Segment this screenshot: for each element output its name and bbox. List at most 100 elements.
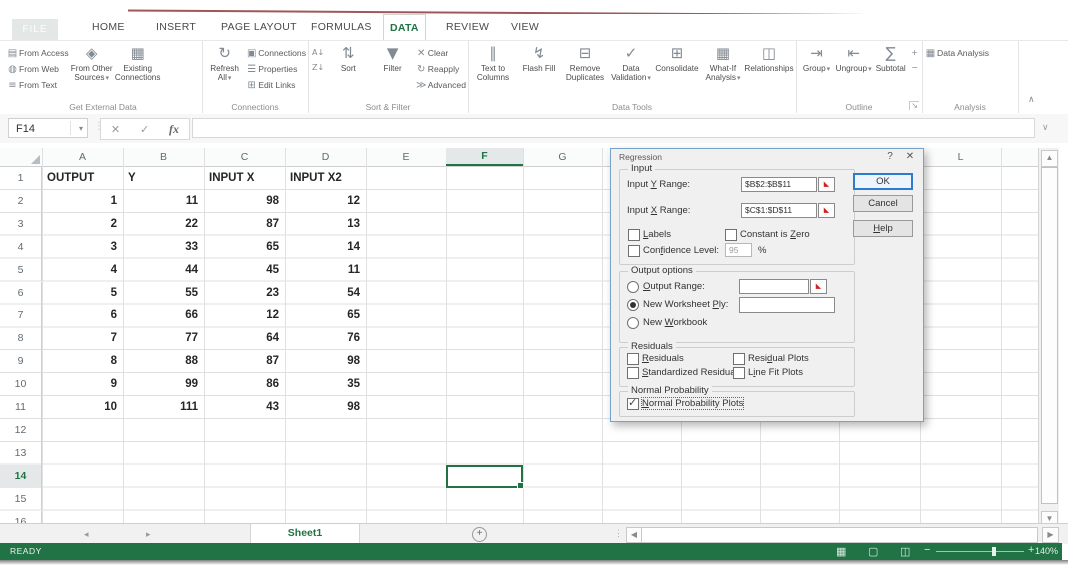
cell-A5[interactable]: 4: [47, 259, 117, 282]
button-sort[interactable]: ⇅ Sort: [326, 43, 370, 74]
button-subtotal[interactable]: ∑ Subtotal: [872, 43, 909, 74]
button-data-analysis[interactable]: ▦ Data Analysis: [924, 45, 989, 61]
cell-A10[interactable]: 9: [47, 373, 117, 396]
button-ungroup[interactable]: ⇤ Ungroup▾: [835, 43, 872, 74]
ok-button[interactable]: OK: [853, 173, 913, 190]
line-fit-plots-checkbox[interactable]: [733, 367, 745, 379]
button-existing-connections[interactable]: ▦ Existing Connections: [115, 43, 161, 83]
cell-A3[interactable]: 2: [47, 213, 117, 236]
select-all-corner[interactable]: [0, 148, 43, 166]
cell-B5[interactable]: 44: [128, 259, 198, 282]
formula-input[interactable]: [192, 118, 1035, 138]
new-workbook-radio[interactable]: [627, 317, 639, 329]
cell-D9[interactable]: 98: [290, 350, 360, 373]
cell-D10[interactable]: 35: [290, 373, 360, 396]
name-box-dropdown-icon[interactable]: ▾: [79, 119, 83, 139]
cell-C7[interactable]: 12: [209, 304, 279, 327]
row-header-13[interactable]: 13: [0, 441, 42, 465]
enter-icon[interactable]: ✓: [140, 123, 149, 136]
row-header-3[interactable]: 3: [0, 212, 42, 236]
scroll-left-icon[interactable]: ◀: [626, 527, 642, 543]
button-data-validation[interactable]: ✓ Data Validation▾: [608, 43, 654, 83]
button-show-detail-icon[interactable]: +: [909, 45, 920, 60]
button-advanced[interactable]: ≫ Advanced: [415, 77, 466, 93]
tab-split-handle[interactable]: ⋮: [614, 528, 623, 539]
column-header-g[interactable]: G: [523, 148, 602, 166]
cell-B9[interactable]: 88: [128, 350, 198, 373]
cell-B7[interactable]: 66: [128, 304, 198, 327]
cell-B10[interactable]: 99: [128, 373, 198, 396]
tab-view[interactable]: VIEW: [505, 14, 545, 40]
new-worksheet-ply-field[interactable]: [739, 297, 835, 313]
column-header-c[interactable]: C: [204, 148, 285, 166]
horizontal-scroll-thumb[interactable]: [641, 527, 1038, 543]
dialog-help-icon[interactable]: ?: [883, 151, 897, 162]
standardized-residuals-checkbox[interactable]: [627, 367, 639, 379]
row-header-1[interactable]: 1: [0, 167, 42, 190]
cell-C3[interactable]: 87: [209, 213, 279, 236]
column-header-e[interactable]: E: [366, 148, 446, 166]
row-header-14-selected[interactable]: 14: [0, 464, 42, 488]
row-header-4[interactable]: 4: [0, 235, 42, 259]
cell-A8[interactable]: 7: [47, 327, 117, 350]
cell-B3[interactable]: 22: [128, 213, 198, 236]
cell-D6[interactable]: 54: [290, 282, 360, 305]
constant-is-zero-checkbox[interactable]: [725, 229, 737, 241]
cell-A11[interactable]: 10: [47, 396, 117, 419]
column-header-b[interactable]: B: [123, 148, 204, 166]
cell-D11[interactable]: 98: [290, 396, 360, 419]
cell-D2[interactable]: 12: [290, 190, 360, 213]
cell-C9[interactable]: 87: [209, 350, 279, 373]
sheet-scroll-left-icon[interactable]: ◂: [84, 524, 89, 544]
cell-B6[interactable]: 55: [128, 282, 198, 305]
collapse-ribbon-icon[interactable]: ∧: [1028, 94, 1035, 105]
residuals-label[interactable]: Residuals: [642, 353, 684, 364]
vertical-scrollbar[interactable]: ▲ ▼: [1038, 148, 1059, 528]
input-y-range-field[interactable]: $B$2:$B$11: [741, 177, 817, 192]
scroll-up-icon[interactable]: ▲: [1041, 150, 1058, 167]
cell-C2[interactable]: 98: [209, 190, 279, 213]
button-from-text[interactable]: ≡ From Text: [6, 77, 69, 93]
fill-handle[interactable]: [517, 481, 524, 489]
new-workbook-label[interactable]: New Workbook: [643, 317, 707, 328]
output-range-radio[interactable]: [627, 281, 639, 293]
tab-insert[interactable]: INSERT: [150, 14, 202, 40]
residuals-checkbox[interactable]: [627, 353, 639, 365]
cell-D3[interactable]: 13: [290, 213, 360, 236]
cell-B4[interactable]: 33: [128, 236, 198, 259]
new-worksheet-ply-label[interactable]: New Worksheet Ply:: [643, 299, 728, 310]
button-refresh-all[interactable]: ↻ Refresh All▾: [204, 43, 245, 83]
range-picker-icon[interactable]: ◣: [810, 279, 827, 294]
dialog-close-icon[interactable]: ✕: [903, 151, 917, 162]
button-sort-za-icon[interactable]: Z↓: [310, 60, 326, 75]
confidence-level-checkbox[interactable]: [628, 245, 640, 257]
row-header-8[interactable]: 8: [0, 327, 42, 351]
name-box[interactable]: F14 ▾: [8, 118, 88, 138]
confidence-level-field[interactable]: 95: [725, 243, 752, 257]
cell-B8[interactable]: 77: [128, 327, 198, 350]
cell-A1[interactable]: OUTPUT: [47, 167, 117, 190]
cell-B2[interactable]: 11: [128, 190, 198, 213]
row-header-5[interactable]: 5: [0, 258, 42, 282]
row-header-7[interactable]: 7: [0, 304, 42, 328]
dialog-title[interactable]: Regression: [619, 152, 662, 162]
input-x-range-field[interactable]: $C$1:$D$11: [741, 203, 817, 218]
selected-cell-f14[interactable]: [446, 464, 524, 489]
constant-is-zero-label[interactable]: Constant is Zero: [740, 229, 810, 240]
button-connections[interactable]: ▣ Connections: [245, 45, 306, 61]
zoom-level[interactable]: 140%: [1035, 543, 1058, 560]
labels-checkbox-label[interactable]: Labels: [643, 229, 671, 240]
add-sheet-icon[interactable]: +: [472, 527, 487, 542]
cell-A2[interactable]: 1: [47, 190, 117, 213]
cell-A6[interactable]: 5: [47, 282, 117, 305]
row-header-15[interactable]: 15: [0, 487, 42, 511]
vertical-scroll-thumb[interactable]: [1041, 167, 1058, 504]
zoom-out-icon[interactable]: −: [924, 544, 930, 556]
button-flash-fill[interactable]: ↯ Flash Fill: [516, 43, 562, 74]
button-clear[interactable]: ✕ Clear: [415, 45, 466, 61]
cancel-button[interactable]: Cancel: [853, 195, 913, 212]
cell-D7[interactable]: 65: [290, 304, 360, 327]
column-header-d[interactable]: D: [285, 148, 366, 166]
standardized-residuals-label[interactable]: Standardized Residuals: [642, 367, 742, 378]
normal-view-icon[interactable]: ▦: [836, 545, 846, 558]
